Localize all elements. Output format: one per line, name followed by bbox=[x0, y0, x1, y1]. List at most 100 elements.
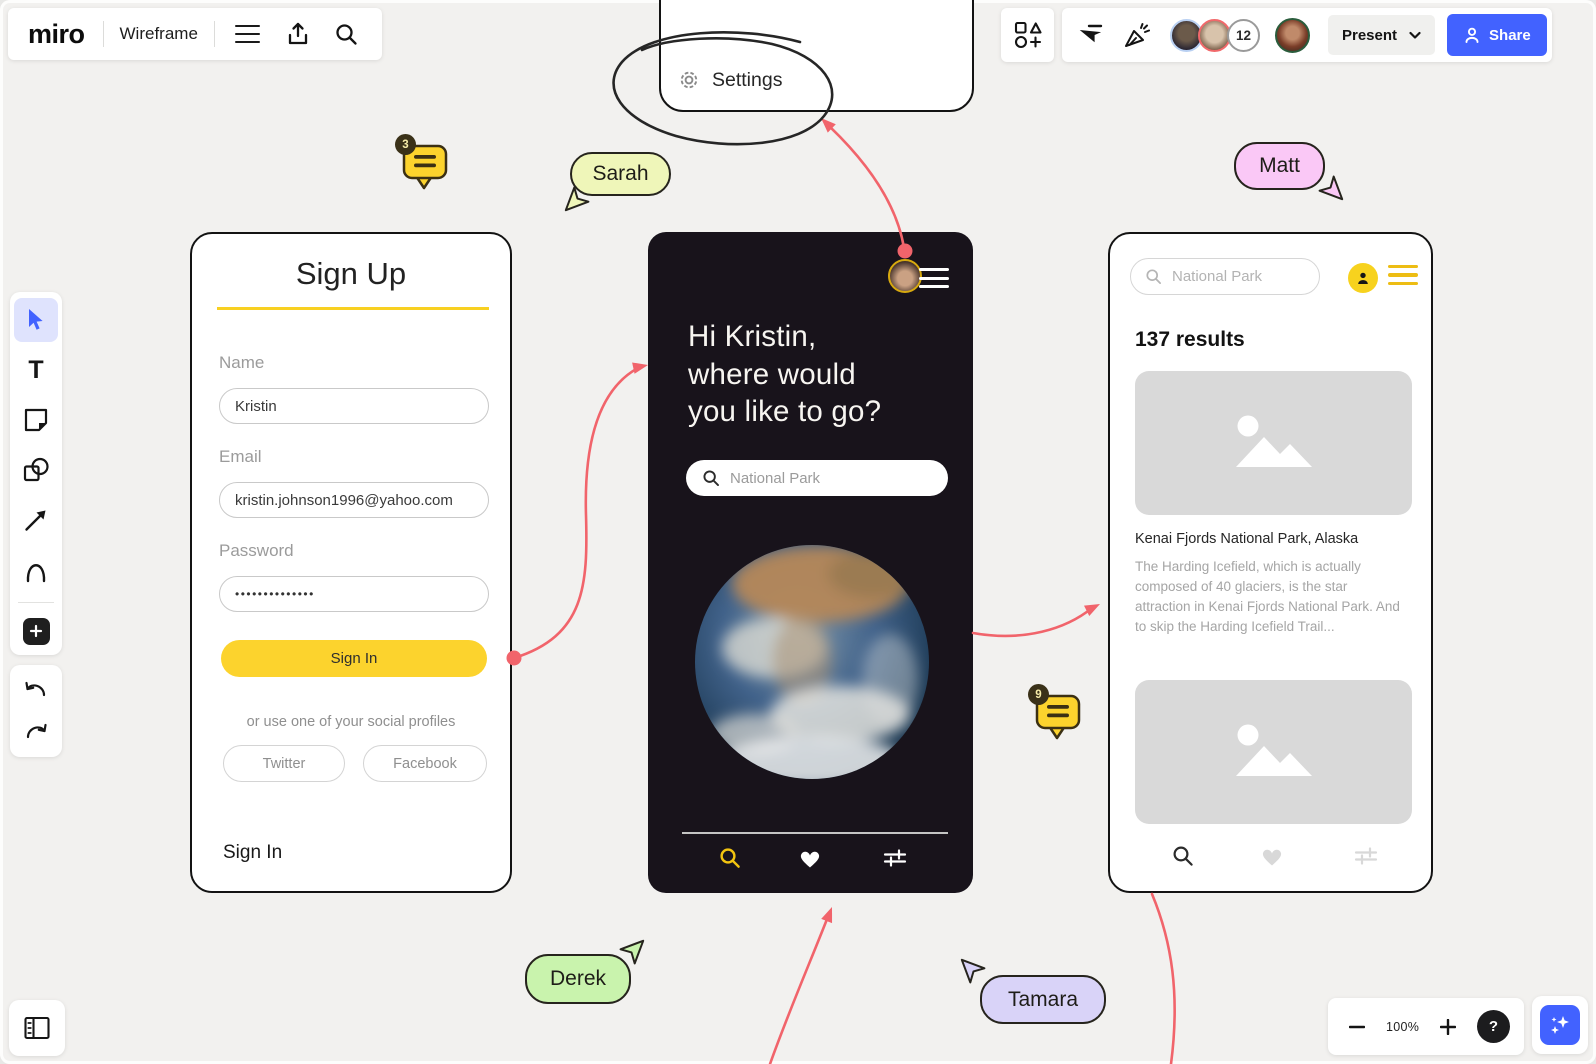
facebook-button[interactable]: Facebook bbox=[363, 745, 487, 782]
collaborator-cursor-sarah bbox=[553, 179, 597, 223]
header-right-toolbar: 12 Present Share bbox=[1062, 8, 1552, 62]
connector-tool[interactable] bbox=[14, 498, 58, 542]
search-icon bbox=[702, 469, 720, 487]
connector-bottom-to-home bbox=[770, 914, 829, 1064]
menu-hamburger-icon[interactable] bbox=[919, 268, 949, 288]
export-button[interactable] bbox=[279, 15, 317, 53]
share-label: Share bbox=[1489, 27, 1531, 44]
share-button[interactable]: Share bbox=[1447, 14, 1547, 56]
ai-assistant-button[interactable] bbox=[1540, 1005, 1580, 1045]
divider bbox=[103, 21, 104, 47]
search-tab-icon[interactable] bbox=[718, 846, 742, 870]
search-icon bbox=[1145, 268, 1162, 285]
redo-button[interactable] bbox=[14, 714, 58, 750]
signup-title: Sign Up bbox=[192, 256, 510, 292]
miro-logo[interactable]: miro bbox=[28, 19, 85, 50]
chevron-down-icon bbox=[1409, 31, 1421, 39]
miro-canvas[interactable]: Settings Sign Up Name Kristin Email kris… bbox=[0, 0, 1596, 1064]
image-placeholder-icon bbox=[1229, 724, 1319, 780]
collaborator-name: Derek bbox=[550, 967, 606, 991]
name-field[interactable]: Kristin bbox=[219, 388, 489, 424]
social-profiles-text: or use one of your social profiles bbox=[192, 714, 510, 730]
widgets-icon bbox=[1014, 21, 1042, 49]
arrow-icon bbox=[23, 507, 49, 533]
frames-panel-button[interactable] bbox=[9, 1000, 65, 1056]
pen-tool[interactable] bbox=[14, 548, 58, 592]
result-image-placeholder[interactable] bbox=[1135, 680, 1412, 824]
zoom-level[interactable]: 100% bbox=[1386, 1020, 1419, 1034]
add-more-tools-button[interactable] bbox=[14, 613, 58, 649]
sticky-note-tool[interactable] bbox=[14, 398, 58, 442]
main-menu-button[interactable] bbox=[229, 15, 267, 53]
results-count: 137 results bbox=[1135, 328, 1245, 352]
results-wireframe-frame[interactable]: National Park 137 results Kenai Fjords N… bbox=[1108, 232, 1433, 893]
user-avatar[interactable] bbox=[888, 259, 922, 293]
result-image-placeholder[interactable] bbox=[1135, 371, 1412, 515]
connector-home-to-results bbox=[973, 608, 1092, 636]
search-input[interactable]: National Park bbox=[686, 460, 948, 496]
results-search-input[interactable]: National Park bbox=[1130, 258, 1320, 295]
settings-label: Settings bbox=[712, 69, 782, 92]
collaborator-overflow-count[interactable]: 12 bbox=[1227, 19, 1260, 52]
current-user-avatar[interactable] bbox=[1275, 18, 1310, 53]
plus-icon bbox=[1440, 1019, 1456, 1035]
shapes-icon bbox=[23, 457, 49, 483]
apps-widgets-button[interactable] bbox=[1001, 8, 1054, 62]
settings-menu-item[interactable]: Settings bbox=[677, 68, 782, 92]
filters-tab-icon[interactable] bbox=[1354, 844, 1378, 868]
name-label: Name bbox=[219, 353, 264, 373]
image-placeholder-icon bbox=[1229, 415, 1319, 471]
gear-icon bbox=[677, 68, 701, 92]
comment-thread-badge[interactable]: 9 bbox=[1026, 682, 1088, 744]
help-button[interactable]: ? bbox=[1477, 1010, 1510, 1043]
search-icon bbox=[334, 22, 358, 46]
header-left-toolbar: miro Wireframe bbox=[8, 8, 382, 60]
collaborator-cursor-tamara bbox=[949, 947, 993, 991]
search-button[interactable] bbox=[327, 15, 365, 53]
zoom-out-button[interactable] bbox=[1342, 1012, 1372, 1042]
connector-signin-to-home bbox=[514, 368, 638, 658]
comment-thread-badge[interactable]: 3 bbox=[393, 132, 455, 194]
zoom-in-button[interactable] bbox=[1433, 1012, 1463, 1042]
undo-button[interactable] bbox=[14, 672, 58, 708]
present-button[interactable]: Present bbox=[1328, 15, 1435, 55]
connector-results-down bbox=[1152, 894, 1175, 1064]
board-title[interactable]: Wireframe bbox=[120, 24, 198, 44]
text-tool[interactable]: T bbox=[14, 348, 58, 392]
undo-icon bbox=[24, 679, 48, 701]
profile-button[interactable] bbox=[1348, 263, 1378, 293]
minus-icon bbox=[1349, 1025, 1365, 1029]
earth-photo bbox=[692, 542, 932, 782]
toolbar-divider bbox=[18, 602, 54, 603]
sign-in-button[interactable]: Sign In bbox=[221, 640, 487, 677]
follow-presenter-button[interactable] bbox=[1070, 15, 1110, 55]
creation-toolbar: T bbox=[10, 292, 62, 655]
arrowhead bbox=[817, 114, 836, 133]
arrowhead bbox=[632, 359, 649, 373]
person-icon bbox=[1463, 26, 1481, 44]
favorites-tab-icon[interactable] bbox=[1260, 846, 1284, 868]
home-screen-wireframe-frame[interactable]: Hi Kristin, where would you like to go? … bbox=[648, 232, 973, 893]
signin-footer-link[interactable]: Sign In bbox=[223, 842, 282, 864]
password-field[interactable]: •••••••••••••• bbox=[219, 576, 489, 612]
results-menu-hamburger-icon[interactable] bbox=[1388, 265, 1418, 285]
settings-panel-card[interactable]: Settings bbox=[659, 0, 974, 112]
search-tab-icon[interactable] bbox=[1171, 844, 1195, 868]
help-label: ? bbox=[1489, 1018, 1498, 1035]
shapes-tool[interactable] bbox=[14, 448, 58, 492]
favorites-tab-icon[interactable] bbox=[798, 848, 822, 870]
arrowhead bbox=[1084, 599, 1103, 616]
collaborator-tag-tamara: Tamara bbox=[980, 975, 1106, 1024]
password-label: Password bbox=[219, 541, 294, 561]
signup-wireframe-frame[interactable]: Sign Up Name Kristin Email kristin.johns… bbox=[190, 232, 512, 893]
reactions-button[interactable] bbox=[1116, 15, 1156, 55]
history-toolbar bbox=[10, 665, 62, 757]
twitter-button[interactable]: Twitter bbox=[223, 745, 345, 782]
connector-avatar-to-settings bbox=[828, 125, 904, 248]
cursor-icon bbox=[25, 308, 47, 332]
email-field[interactable]: kristin.johnson1996@yahoo.com bbox=[219, 482, 489, 518]
select-tool[interactable] bbox=[14, 298, 58, 342]
filters-tab-icon[interactable] bbox=[883, 846, 907, 870]
redo-icon bbox=[24, 721, 48, 743]
export-icon bbox=[285, 21, 311, 47]
